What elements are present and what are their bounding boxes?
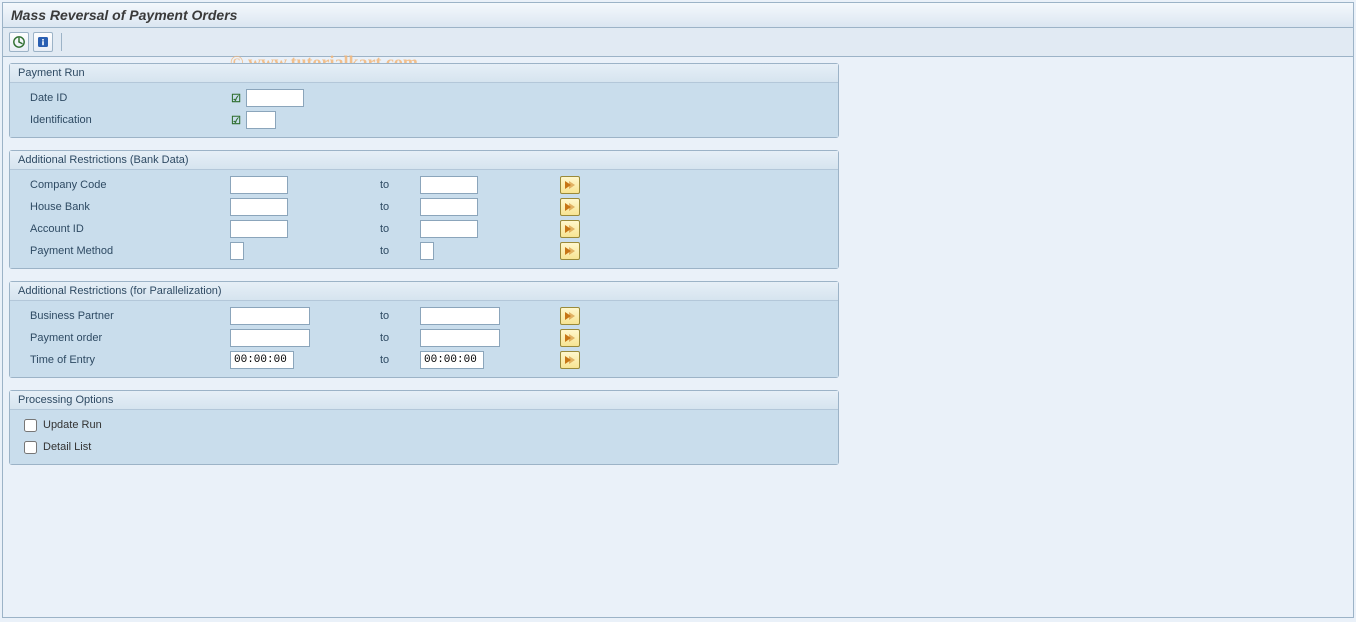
account-id-label: Account ID	[20, 223, 230, 235]
multi-select-icon	[564, 333, 576, 343]
to-label: to	[380, 245, 420, 257]
to-label: to	[380, 310, 420, 322]
account-id-select-button[interactable]	[560, 220, 580, 238]
multi-select-icon	[564, 180, 576, 190]
house-bank-from-input[interactable]	[230, 198, 288, 216]
multi-select-icon	[564, 355, 576, 365]
window: Mass Reversal of Payment Orders © www.tu…	[2, 2, 1354, 618]
multi-select-icon	[564, 202, 576, 212]
execute-button[interactable]	[9, 32, 29, 52]
required-icon: ☑	[230, 114, 242, 126]
house-bank-label: House Bank	[20, 201, 230, 213]
payment-order-to-input[interactable]	[420, 329, 500, 347]
time-of-entry-select-button[interactable]	[560, 351, 580, 369]
to-label: to	[380, 354, 420, 366]
house-bank-to-input[interactable]	[420, 198, 478, 216]
account-id-from-input[interactable]	[230, 220, 288, 238]
group-parallelization: Additional Restrictions (for Paralleliza…	[9, 281, 839, 378]
identification-input[interactable]	[246, 111, 276, 129]
to-label: to	[380, 223, 420, 235]
execute-icon	[12, 35, 26, 49]
payment-order-label: Payment order	[20, 332, 230, 344]
content-area: Payment Run Date ID ☑ Identification ☑ A…	[3, 57, 1353, 483]
company-code-label: Company Code	[20, 179, 230, 191]
update-run-label: Update Run	[43, 419, 102, 431]
payment-method-label: Payment Method	[20, 245, 230, 257]
group-processing-options: Processing Options Update Run Detail Lis…	[9, 390, 839, 465]
group-header: Additional Restrictions (Bank Data)	[10, 151, 838, 170]
update-run-checkbox[interactable]	[24, 419, 37, 432]
company-code-select-button[interactable]	[560, 176, 580, 194]
payment-order-from-input[interactable]	[230, 329, 310, 347]
info-icon	[36, 35, 50, 49]
payment-order-select-button[interactable]	[560, 329, 580, 347]
multi-select-icon	[564, 311, 576, 321]
group-header: Additional Restrictions (for Paralleliza…	[10, 282, 838, 301]
to-label: to	[380, 332, 420, 344]
detail-list-label: Detail List	[43, 441, 91, 453]
detail-list-checkbox[interactable]	[24, 441, 37, 454]
toolbar-separator	[61, 33, 62, 51]
multi-select-icon	[564, 246, 576, 256]
company-code-from-input[interactable]	[230, 176, 288, 194]
group-payment-run: Payment Run Date ID ☑ Identification ☑	[9, 63, 839, 138]
house-bank-select-button[interactable]	[560, 198, 580, 216]
group-header: Processing Options	[10, 391, 838, 410]
toolbar	[3, 28, 1353, 57]
time-of-entry-to-input[interactable]	[420, 351, 484, 369]
required-icon: ☑	[230, 92, 242, 104]
to-label: to	[380, 179, 420, 191]
group-bank-data: Additional Restrictions (Bank Data) Comp…	[9, 150, 839, 269]
identification-label: Identification	[20, 114, 230, 126]
account-id-to-input[interactable]	[420, 220, 478, 238]
payment-method-select-button[interactable]	[560, 242, 580, 260]
to-label: to	[380, 201, 420, 213]
date-id-input[interactable]	[246, 89, 304, 107]
payment-method-to-input[interactable]	[420, 242, 434, 260]
company-code-to-input[interactable]	[420, 176, 478, 194]
business-partner-select-button[interactable]	[560, 307, 580, 325]
business-partner-label: Business Partner	[20, 310, 230, 322]
payment-method-from-input[interactable]	[230, 242, 244, 260]
time-of-entry-from-input[interactable]	[230, 351, 294, 369]
date-id-label: Date ID	[20, 92, 230, 104]
business-partner-to-input[interactable]	[420, 307, 500, 325]
info-button[interactable]	[33, 32, 53, 52]
page-title: Mass Reversal of Payment Orders	[3, 3, 1353, 28]
time-of-entry-label: Time of Entry	[20, 354, 230, 366]
multi-select-icon	[564, 224, 576, 234]
business-partner-from-input[interactable]	[230, 307, 310, 325]
group-header: Payment Run	[10, 64, 838, 83]
